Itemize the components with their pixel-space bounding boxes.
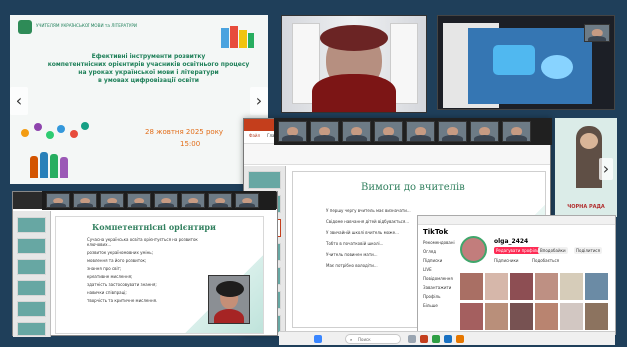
tiktok-window: TikTok Рекомендовані Огляд Підписки LIVE… [417, 215, 616, 335]
video-tile[interactable] [535, 303, 558, 330]
video-tile[interactable] [510, 303, 533, 330]
app-icon[interactable] [420, 335, 428, 343]
small-participant-video [584, 24, 610, 42]
tiktok-sidebar: Рекомендовані Огляд Підписки LIVE Повідо… [418, 240, 456, 336]
stat-label: Підписники [494, 258, 519, 263]
app-icon[interactable] [456, 335, 464, 343]
participant-video [154, 193, 178, 208]
participant-video [208, 193, 232, 208]
thumbnail-slide[interactable] [17, 259, 46, 275]
video-tile[interactable] [585, 273, 608, 300]
bottom-presentation-window: Компетентнісні орієнтири Сучасна українс… [12, 191, 278, 337]
card-next-button[interactable]: › [599, 158, 613, 180]
windows-taskbar: ⌕ Поиск [279, 331, 615, 345]
video-tile[interactable] [560, 303, 583, 330]
participant-video [181, 193, 205, 208]
presenter-video [208, 275, 250, 324]
search-placeholder: Поиск [358, 337, 371, 342]
profile-stats: Підписники Подобається [494, 258, 594, 265]
tiktok-logo[interactable]: TikTok [423, 228, 448, 236]
profile-buttons: Редагувати профіль Вподобайки Поділитися [494, 247, 606, 255]
search-icon: ⌕ [350, 337, 353, 342]
menu-item[interactable]: Більше [423, 303, 438, 308]
stat-label: Подобається [532, 258, 560, 263]
participant-video [100, 193, 124, 208]
slide-title-block: Ефективні інструменти розвитку компетент… [47, 53, 250, 84]
participant-video [278, 121, 307, 142]
share-button[interactable]: Поділитися [574, 247, 603, 254]
video-grid [460, 273, 610, 333]
thumbnail-slide[interactable] [17, 322, 46, 336]
likes-button[interactable]: Вподобайки [538, 247, 568, 254]
slide-next-button[interactable]: › [250, 87, 268, 115]
participant-video [46, 193, 70, 208]
edit-profile-button[interactable]: Редагувати профіль [494, 247, 541, 254]
menu-item[interactable]: Завантажити [423, 285, 451, 290]
bottom-slide-title: Компетентнісні орієнтири [92, 222, 216, 232]
app-icon[interactable] [408, 335, 416, 343]
brand-logo [18, 20, 32, 34]
menu-item[interactable]: LIVE [423, 267, 432, 272]
thumbnail-slide[interactable] [17, 301, 46, 317]
shared-screen-small [437, 15, 615, 110]
bottom-slide-bullets: Сучасна українська освіта орієнтується н… [87, 237, 198, 303]
participant-video [235, 193, 259, 208]
event-time: 15:00 [180, 140, 201, 148]
participant-video [502, 121, 531, 142]
video-tile[interactable] [460, 303, 483, 330]
app-icon[interactable] [432, 335, 440, 343]
brand-text: УЧИТЕЛЯМ УКРАЇНСЬКОЇ МОВИ та ЛІТЕРАТУРИ [36, 23, 138, 28]
start-icon[interactable] [314, 335, 322, 343]
video-tile[interactable] [560, 273, 583, 300]
participant-video [342, 121, 371, 142]
participant-video [73, 193, 97, 208]
books-illustration [217, 23, 257, 51]
video-tile[interactable] [460, 273, 483, 300]
app-icon[interactable] [444, 335, 452, 343]
participant-video [374, 121, 403, 142]
thumbnail-slide[interactable] [248, 171, 281, 189]
thumbnail-slide[interactable] [17, 238, 46, 254]
video-tile[interactable] [510, 273, 533, 300]
menu-item[interactable]: Профіль [423, 294, 440, 299]
bottom-slide-thumbnails [13, 211, 51, 337]
profile-avatar [460, 236, 487, 263]
menu-item[interactable]: Рекомендовані [423, 240, 455, 245]
event-date: 28 жовтня 2025 року [145, 128, 224, 136]
thumbnail-slide[interactable] [17, 217, 46, 233]
profile-username: olga_2424 [494, 238, 529, 245]
participant-video [438, 121, 467, 142]
participant-video [310, 121, 339, 142]
video-tile[interactable] [485, 303, 508, 330]
video-tile[interactable] [535, 273, 558, 300]
menu-item[interactable]: Огляд [423, 249, 436, 254]
bottom-slide-canvas: Компетентнісні орієнтири Сучасна українс… [55, 216, 264, 334]
participant-video [406, 121, 435, 142]
participant-video [127, 193, 151, 208]
thumbnail-slide[interactable] [17, 280, 46, 296]
video-tile[interactable] [585, 303, 608, 330]
bottom-participant-strip [42, 191, 276, 210]
tab-file[interactable]: Файл [249, 133, 260, 141]
people-illustration [30, 143, 80, 178]
slide-prev-button[interactable]: ‹ [10, 87, 28, 115]
right-caption: ЧОРНА РАДА [567, 204, 605, 210]
right-culture-card: ЧОРНА РАДА › [555, 118, 617, 217]
main-presentation-slide: УЧИТЕЛЯМ УКРАЇНСЬКОЇ МОВИ та ЛІТЕРАТУРИ … [10, 15, 268, 184]
participant-strip [274, 118, 552, 145]
menu-item[interactable]: Підписки [423, 258, 442, 263]
speaker-video [281, 15, 427, 113]
search-box[interactable]: ⌕ Поиск [345, 334, 401, 344]
ppt-ribbon [244, 143, 550, 165]
video-tile[interactable] [485, 273, 508, 300]
participant-video [470, 121, 499, 142]
slide-title: Вимоги до вчителів [361, 182, 465, 193]
menu-item[interactable]: Повідомлення [423, 276, 453, 281]
